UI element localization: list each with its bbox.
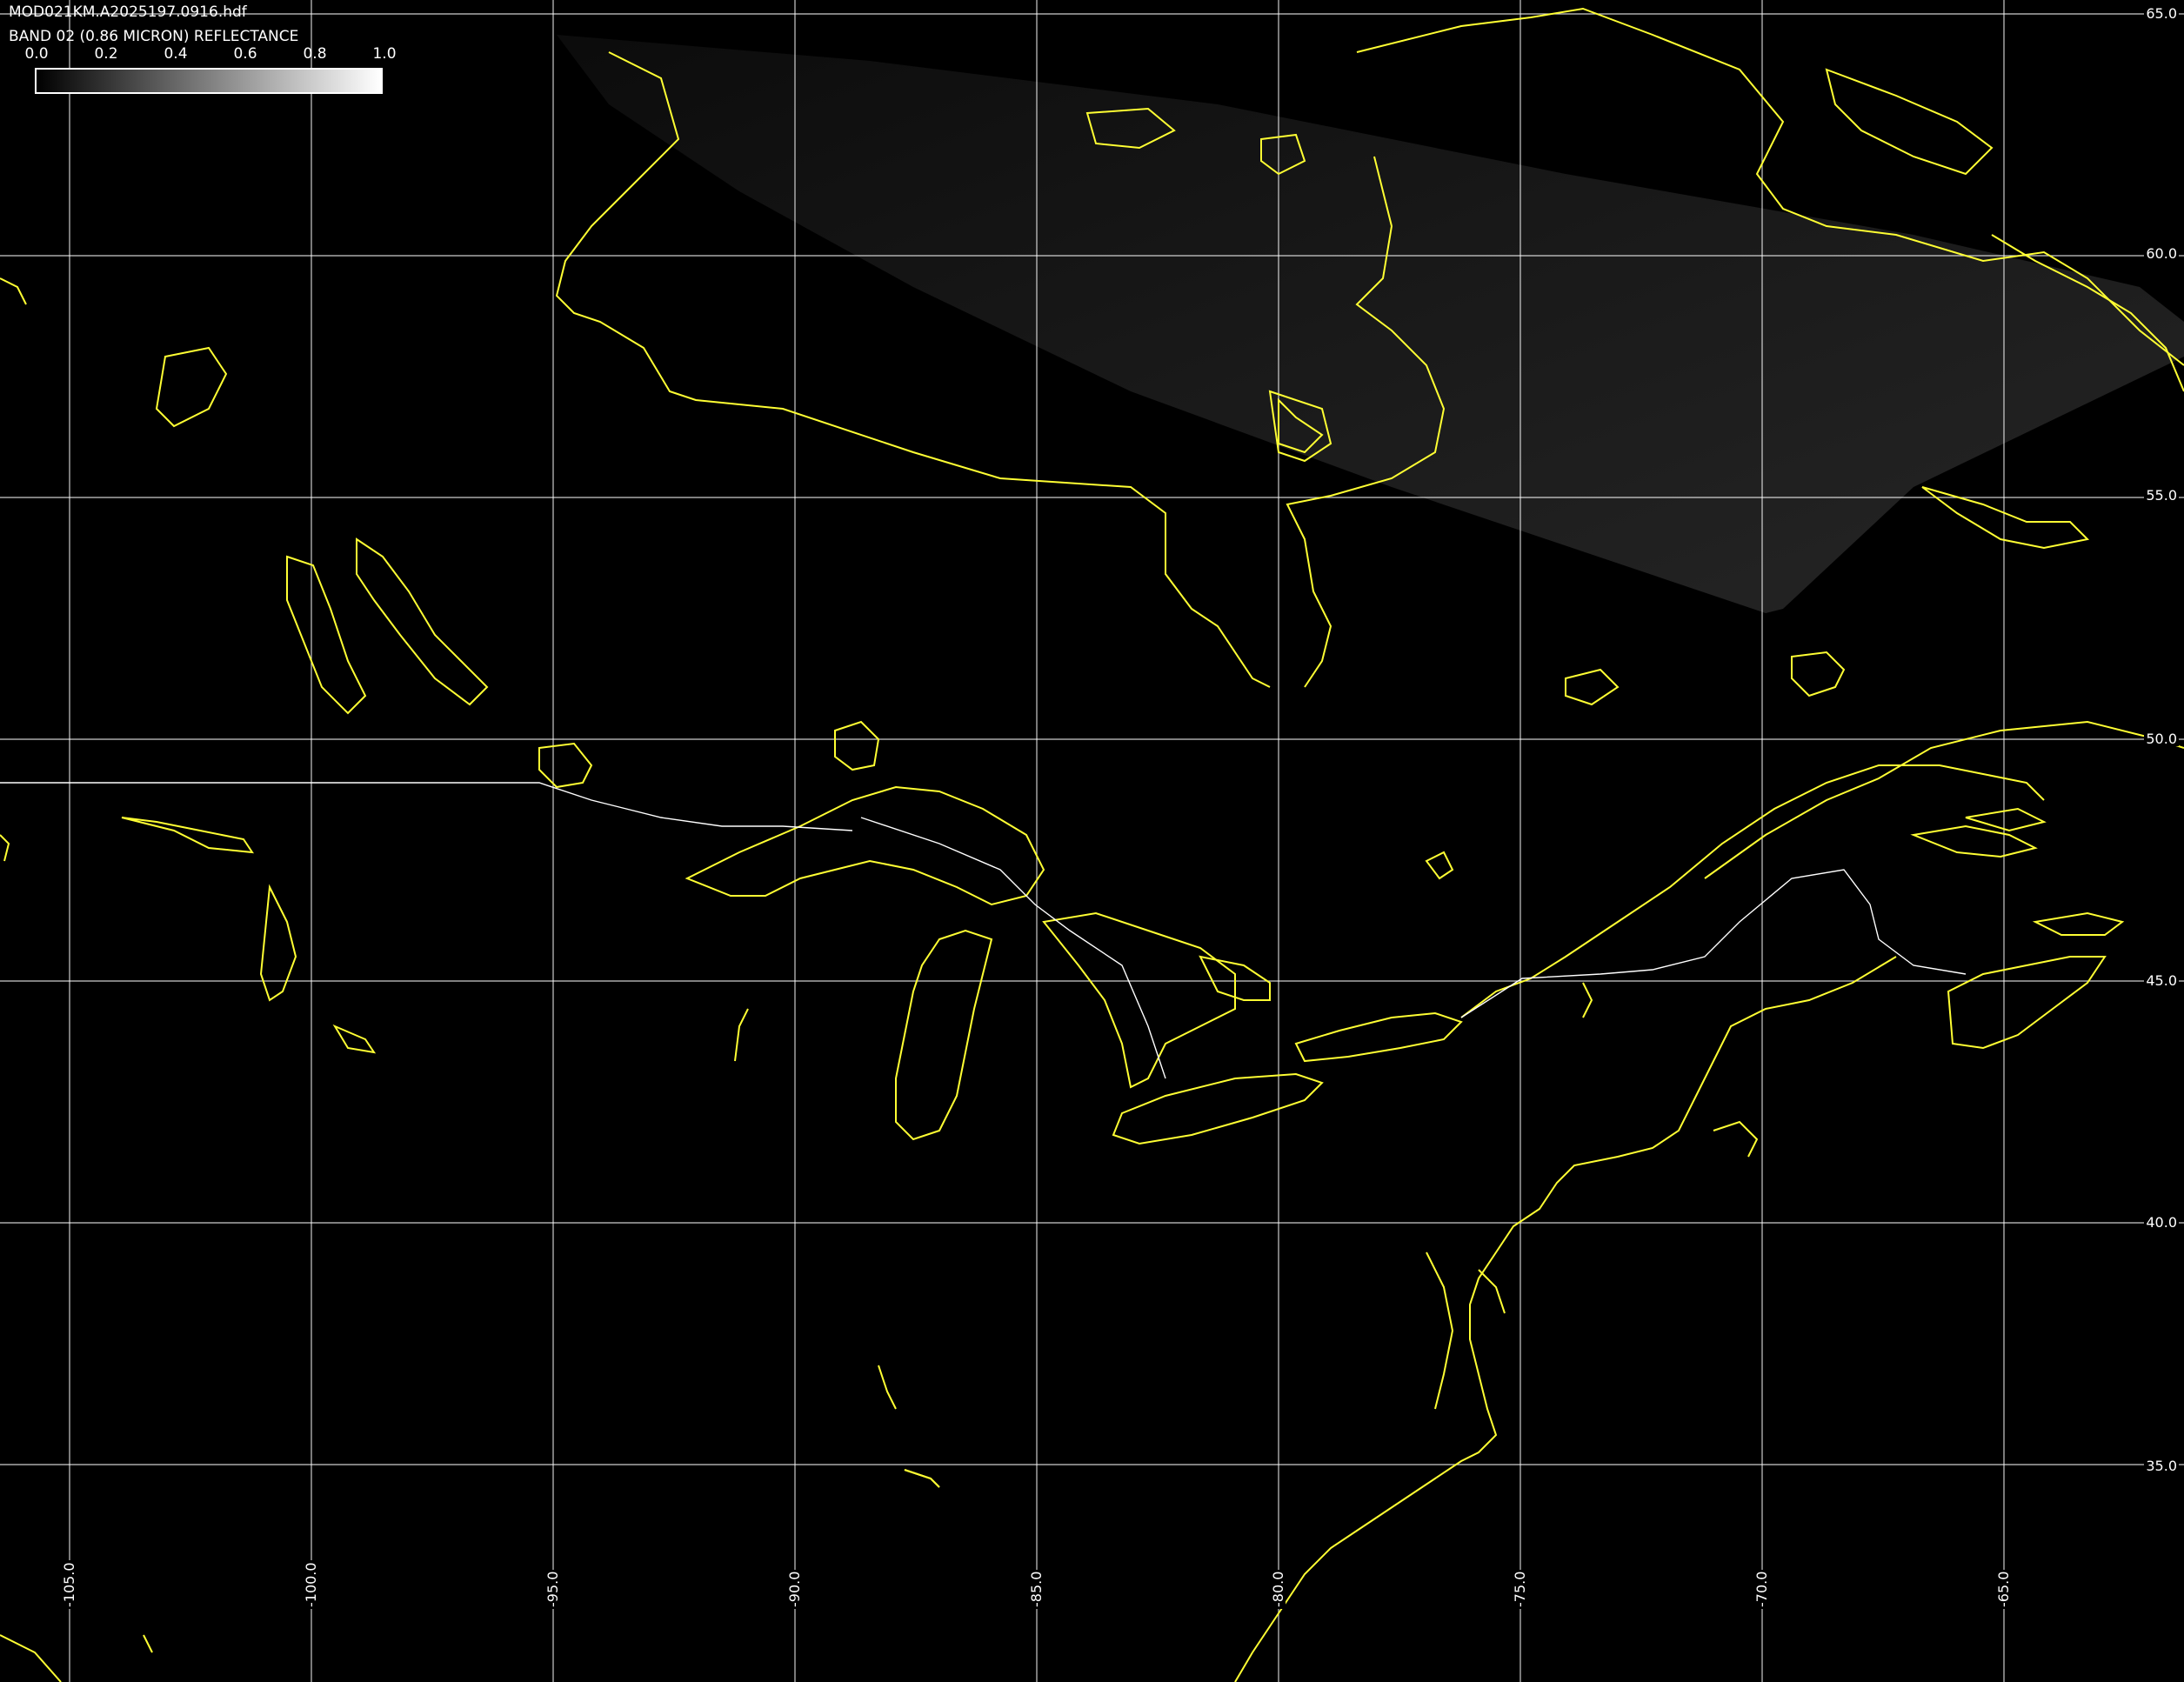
lon-label-70: -70.0 (1753, 1569, 1770, 1609)
lon-label-65: -65.0 (1995, 1569, 2012, 1609)
lat-label-40: 40.0 (2144, 1214, 2179, 1231)
band-title: BAND 02 (0.86 MICRON) REFLECTANCE (9, 28, 299, 45)
colorbar-tick: 0.4 (164, 45, 188, 63)
colorbar-tick: 0.2 (94, 45, 118, 63)
lat-label-60: 60.0 (2144, 245, 2179, 262)
lat-label-55: 55.0 (2144, 487, 2179, 504)
lat-label-35: 35.0 (2144, 1458, 2179, 1474)
colorbar-tick: 1.0 (372, 45, 397, 63)
lat-label-65: 65.0 (2144, 5, 2179, 22)
file-name-title: MOD021KM.A2025197.0916.hdf (9, 3, 247, 21)
colorbar-tick-labels: 0.0 0.2 0.4 0.6 0.8 1.0 (24, 45, 396, 64)
satellite-map (0, 0, 2184, 1682)
colorbar (35, 68, 383, 94)
lon-label-75: -75.0 (1512, 1569, 1528, 1609)
lat-label-45: 45.0 (2144, 972, 2179, 989)
colorbar-tick: 0.0 (24, 45, 49, 63)
colorbar-tick: 0.8 (303, 45, 327, 63)
lon-label-80: -80.0 (1270, 1569, 1286, 1609)
lat-label-50: 50.0 (2144, 731, 2179, 747)
lon-label-85: -85.0 (1028, 1569, 1045, 1609)
lon-label-105: -105.0 (61, 1560, 77, 1609)
lon-label-100: -100.0 (303, 1560, 319, 1609)
lon-label-95: -95.0 (544, 1569, 561, 1609)
colorbar-tick: 0.6 (233, 45, 257, 63)
lon-label-90: -90.0 (786, 1569, 803, 1609)
